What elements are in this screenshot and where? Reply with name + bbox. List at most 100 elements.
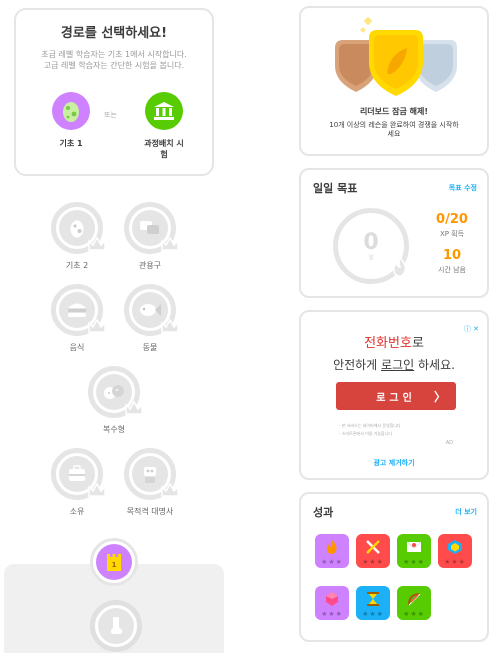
checkpoint-1[interactable]: 1 bbox=[90, 538, 138, 586]
badge-hourglass[interactable]: ★★★ bbox=[356, 586, 390, 620]
badge-envelope[interactable]: ★★★ bbox=[397, 534, 431, 568]
ad-login-button-label: 로그인 bbox=[376, 392, 416, 404]
ad-headline-rest: 로 bbox=[411, 336, 424, 351]
ad-headline-2: 안전하게 로그인 하세요. bbox=[301, 356, 487, 373]
skill-name: 관용구 bbox=[138, 261, 162, 270]
time-stat: 10 시간 남음 bbox=[427, 248, 477, 275]
checkpoint-number: 1 bbox=[112, 561, 117, 569]
xp-value: 0/20 bbox=[436, 212, 468, 227]
building-icon bbox=[145, 92, 183, 130]
skill-name: 음식 bbox=[69, 343, 85, 352]
leaderboard-title: 리더보드 잠금 해제! bbox=[359, 107, 429, 116]
badge-stars: ★★★ bbox=[321, 558, 343, 566]
choose-path-description: 초급 레벨 학습자는 기초 1에서 시작합니다. 고급 레벨 학습자는 간단한 … bbox=[16, 49, 212, 71]
sock-icon bbox=[98, 608, 134, 644]
badge-gem[interactable]: ★★★ bbox=[315, 586, 349, 620]
crown-icon bbox=[161, 319, 179, 333]
skill-basics-2[interactable]: 기초 2 bbox=[45, 202, 109, 271]
envelope-icon bbox=[406, 541, 422, 552]
badge-stars: ★★★ bbox=[321, 610, 343, 618]
badge-stars: ★★★ bbox=[403, 610, 425, 618]
skill-name: 복수형 bbox=[102, 425, 126, 434]
badge-bow[interactable]: ★★★ bbox=[397, 586, 431, 620]
ad-fine-print-1: - 본 서비스는 네이버에서 운영합니다 bbox=[339, 423, 401, 428]
daily-goal-title: 일일 목표 bbox=[313, 182, 358, 195]
badge-crossed-swords[interactable]: ★★★ bbox=[356, 534, 390, 568]
ad-headline-2-pre: 안전하게 bbox=[333, 358, 382, 372]
choose-path-options: 기초 1 또는 과정배치 시 험 bbox=[16, 92, 212, 172]
ad-headline-highlight: 전화번호 bbox=[364, 336, 412, 351]
achievements-title: 성과 bbox=[313, 506, 334, 519]
achievements-card: 성과 더 보기 ★★★ ★★★ ★★★ ★★★ ★★★ ★★★ ★★★ bbox=[299, 492, 489, 642]
ad-fine-print-2: - 스마트폰에서 이용 가능합니다 bbox=[339, 431, 393, 436]
gem-icon bbox=[326, 592, 338, 606]
chevron-right-icon: 〉 bbox=[433, 389, 446, 404]
badge-medal[interactable]: ★★★ bbox=[438, 534, 472, 568]
skill-ring bbox=[51, 202, 106, 254]
skill-ring bbox=[90, 600, 142, 652]
skill-ring bbox=[124, 448, 179, 500]
goal-ring-unit: 일 bbox=[368, 254, 374, 261]
skill-name: 동물 bbox=[142, 343, 158, 352]
bow-icon bbox=[408, 593, 421, 606]
ad-headline-2-post: 하세요. bbox=[414, 358, 455, 372]
ad-card: ⓘ ✕ 전화번호로 안전하게 로그인 하세요. 로그인 〉 - 본 서비스는 네… bbox=[299, 310, 489, 480]
ad-fine-print: - 본 서비스는 네이버에서 운영합니다 - 스마트폰에서 이용 가능합니다 bbox=[339, 422, 401, 438]
xp-label: XP 획득 bbox=[439, 230, 465, 238]
skill-plurals[interactable]: 복수형 bbox=[82, 366, 146, 435]
ad-login-button[interactable]: 로그인 〉 bbox=[336, 382, 456, 410]
basics-1-label: 기초 1 bbox=[59, 139, 83, 148]
choose-path-desc-line1: 초급 레벨 학습자는 기초 1에서 시작합니다. bbox=[41, 50, 187, 59]
skill-ring bbox=[124, 202, 179, 254]
edit-goal-link[interactable]: 목표 수정 bbox=[449, 183, 477, 193]
see-more-link[interactable]: 더 보기 bbox=[455, 507, 477, 517]
placement-test-option[interactable]: 과정배치 시 험 bbox=[129, 92, 199, 160]
choose-path-desc-line2: 고급 레벨 학습자는 간단한 시험을 봅니다. bbox=[43, 61, 185, 70]
skill-name: 소유 bbox=[69, 507, 85, 516]
page: 경로를 선택하세요! 초급 레벨 학습자는 기초 1에서 시작합니다. 고급 레… bbox=[0, 0, 500, 653]
remove-ads-link[interactable]: 광고 제거하기 bbox=[301, 458, 487, 468]
time-value: 10 bbox=[442, 248, 462, 263]
skill-idioms[interactable]: 관용구 bbox=[118, 202, 182, 271]
skill-food[interactable]: 음식 bbox=[45, 284, 109, 353]
skill-object-pronouns[interactable]: 목적격 대명사 bbox=[118, 448, 182, 517]
daily-goal-progress-ring: 0 일 bbox=[333, 208, 409, 284]
ad-headline-2-underline: 로그인 bbox=[381, 358, 415, 372]
league-shields-icon bbox=[335, 16, 457, 96]
skill-name: 기초 2 bbox=[65, 261, 89, 270]
xp-stat: 0/20 XP 획득 bbox=[427, 212, 477, 239]
skill-locked[interactable] bbox=[84, 600, 148, 652]
leaderboard-desc-line2: 세요 bbox=[387, 130, 401, 138]
daily-goal-card: 일일 목표 목표 수정 0 일 0/20 XP 획득 10 시간 남음 bbox=[299, 168, 489, 298]
skill-possession[interactable]: 소유 bbox=[45, 448, 109, 517]
crown-icon bbox=[161, 237, 179, 251]
ad-tag: AD bbox=[445, 440, 453, 446]
crown-icon bbox=[88, 319, 106, 333]
choose-path-card: 경로를 선택하세요! 초급 레벨 학습자는 기초 1에서 시작합니다. 고급 레… bbox=[14, 8, 214, 176]
leaderboard-desc-line1: 10개 이상의 레슨을 완료하여 경쟁을 시작하 bbox=[329, 121, 459, 129]
skill-ring bbox=[88, 366, 143, 418]
goal-ring-value: 0 bbox=[363, 229, 379, 255]
ad-headline-1: 전화번호로 bbox=[301, 332, 487, 351]
skill-name: 목적격 대명사 bbox=[126, 507, 174, 516]
crown-icon bbox=[125, 401, 143, 415]
placement-test-label-line2: 험 bbox=[160, 150, 168, 159]
badge-stars: ★★★ bbox=[444, 558, 466, 566]
badge-stars: ★★★ bbox=[403, 558, 425, 566]
castle-icon: 1 bbox=[96, 544, 132, 580]
skill-animals[interactable]: 동물 bbox=[118, 284, 182, 353]
time-label: 시간 남음 bbox=[438, 266, 466, 274]
basics-1-option[interactable]: 기초 1 bbox=[36, 92, 106, 149]
badge-flame[interactable]: ★★★ bbox=[315, 534, 349, 568]
egg-icon bbox=[52, 92, 90, 130]
crown-icon bbox=[88, 483, 106, 497]
or-label: 또는 bbox=[104, 111, 117, 119]
hourglass-icon bbox=[367, 592, 379, 606]
skill-ring bbox=[51, 284, 106, 336]
crown-icon bbox=[161, 483, 179, 497]
skill-ring bbox=[51, 448, 106, 500]
placement-test-label-line1: 과정배치 시 bbox=[144, 139, 184, 148]
leaderboard-description: 10개 이상의 레슨을 완료하여 경쟁을 시작하 세요 bbox=[301, 121, 487, 139]
placement-test-label: 과정배치 시 험 bbox=[129, 138, 199, 160]
badge-stars: ★★★ bbox=[362, 610, 384, 618]
